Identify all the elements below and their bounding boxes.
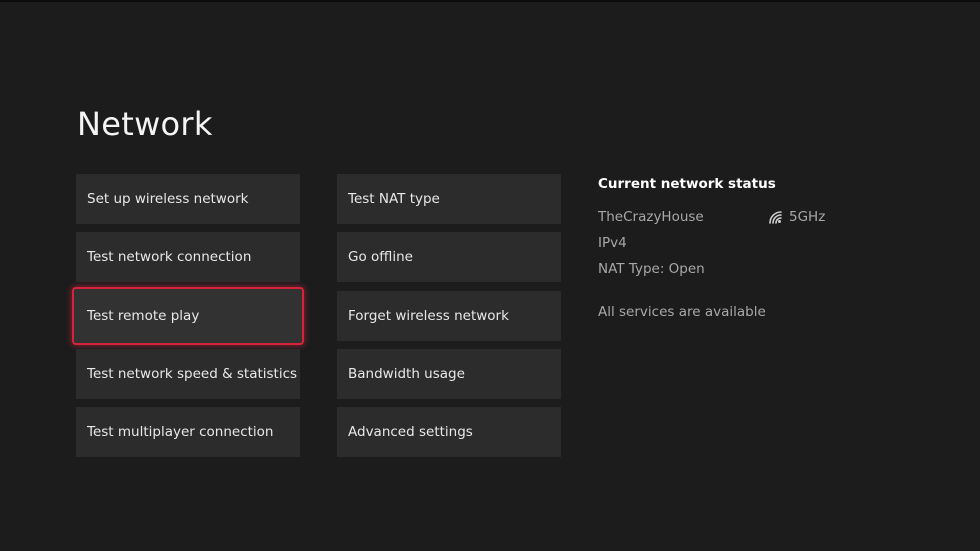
nat-type: NAT Type: Open <box>598 261 705 277</box>
test-network-speed-button[interactable]: Test network speed & statistics <box>76 349 300 399</box>
network-name: TheCrazyHouse <box>598 209 704 225</box>
top-edge-line <box>0 0 980 2</box>
page-title: Network <box>77 105 213 143</box>
test-remote-play-button[interactable]: Test remote play <box>72 287 304 345</box>
wifi-signal-icon <box>769 211 782 224</box>
services-status: All services are available <box>598 304 766 320</box>
status-heading: Current network status <box>598 176 776 192</box>
set-up-wireless-network-button[interactable]: Set up wireless network <box>76 174 300 224</box>
ip-version: IPv4 <box>598 235 627 251</box>
wifi-band-indicator: 5GHz <box>768 209 825 225</box>
go-offline-button[interactable]: Go offline <box>337 232 561 282</box>
wifi-band-label: 5GHz <box>789 209 826 225</box>
advanced-settings-button[interactable]: Advanced settings <box>337 407 561 457</box>
test-multiplayer-connection-button[interactable]: Test multiplayer connection <box>76 407 300 457</box>
bandwidth-usage-button[interactable]: Bandwidth usage <box>337 349 561 399</box>
test-nat-type-button[interactable]: Test NAT type <box>337 174 561 224</box>
forget-wireless-network-button[interactable]: Forget wireless network <box>337 291 561 341</box>
test-network-connection-button[interactable]: Test network connection <box>76 232 300 282</box>
